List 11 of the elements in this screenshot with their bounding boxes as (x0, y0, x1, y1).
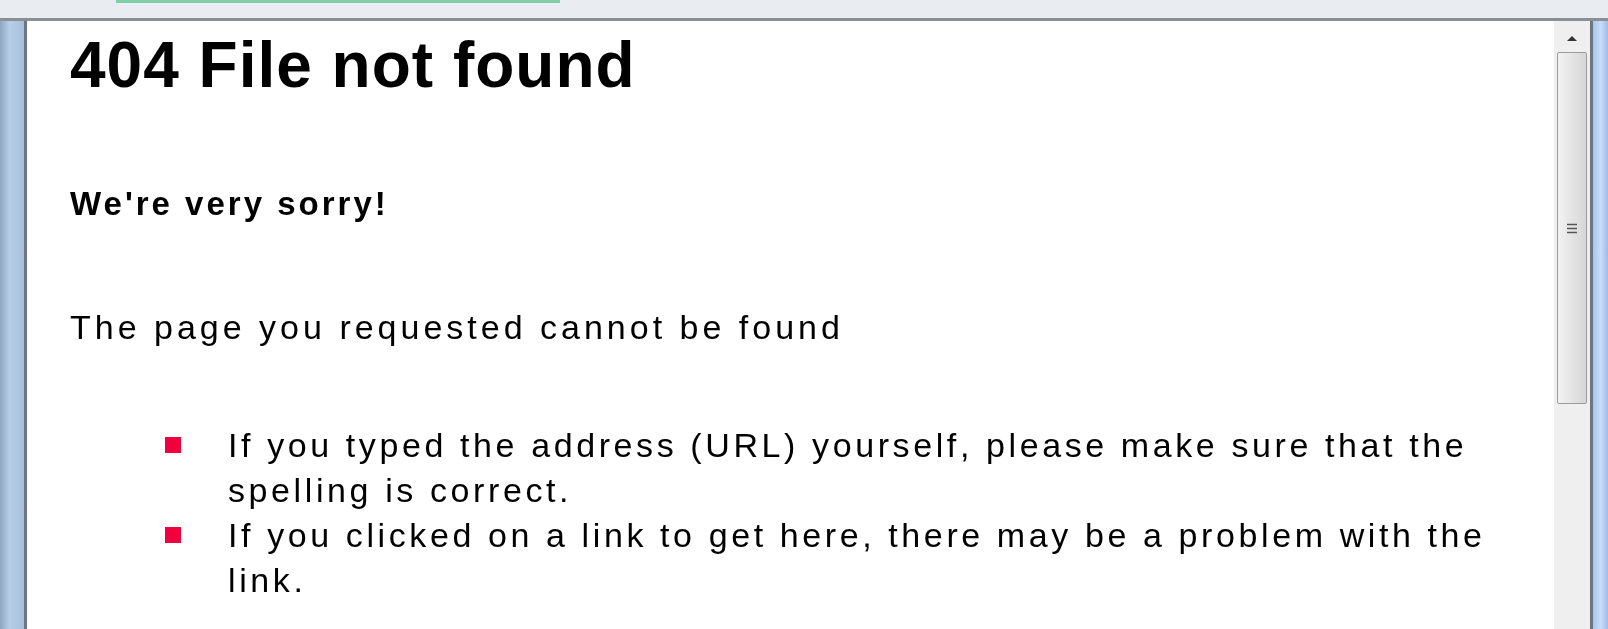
tip-text: If you typed the address (URL) yourself, please make sure that the spelling is correct. (228, 425, 1469, 511)
grip-icon (1566, 222, 1578, 234)
apology-text: We're very sorry! (70, 184, 390, 224)
scroll-up-icon[interactable] (1566, 35, 1578, 42)
error-message: The page you requested cannot be found (70, 307, 845, 348)
bullet-icon (165, 437, 181, 453)
bullet-icon (165, 527, 181, 543)
tip-text: If you clicked on a link to get here, there may be a problem with the link. (228, 515, 1487, 601)
scrollbar[interactable] (1554, 21, 1590, 629)
scroll-thumb[interactable] (1557, 52, 1587, 404)
error-heading: 404 File not found (70, 29, 637, 101)
